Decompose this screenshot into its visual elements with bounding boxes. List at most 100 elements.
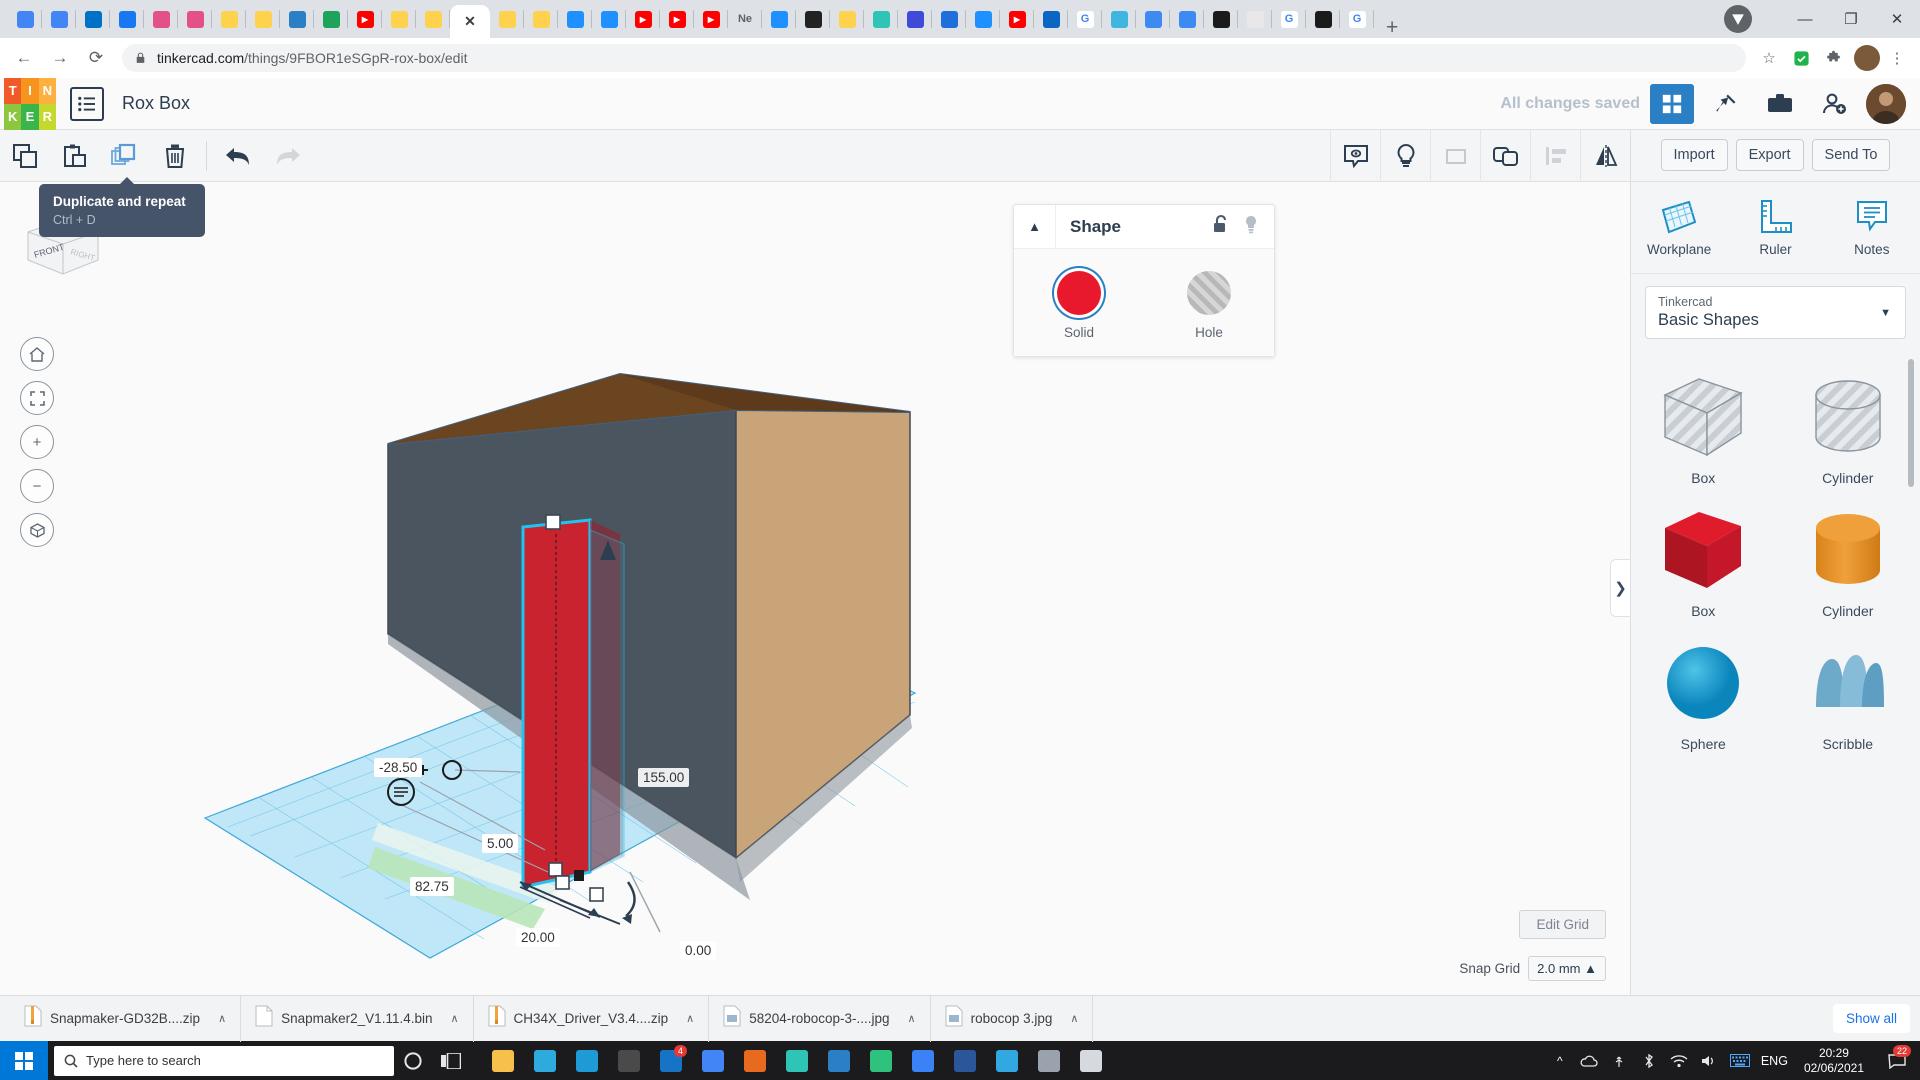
shape-library-item[interactable]: Scribble xyxy=(1776,631,1920,758)
bookmark-tab[interactable] xyxy=(416,0,450,38)
bookmark-tab[interactable]: ▶ xyxy=(626,0,660,38)
dimension-label[interactable]: 82.75 xyxy=(410,877,454,896)
onedrive-icon[interactable] xyxy=(1579,1041,1599,1080)
forward-icon[interactable]: → xyxy=(44,42,76,74)
back-icon[interactable]: ← xyxy=(8,42,40,74)
hole-pattern-swatch[interactable] xyxy=(1187,271,1231,315)
right-sidebar[interactable]: Workplane Ruler Notes Tinkercad Basic Sh… xyxy=(1630,182,1920,995)
snap-grid-control[interactable]: Snap Grid 2.0 mm ▲ xyxy=(1459,956,1606,981)
dimension-label[interactable]: 20.00 xyxy=(516,928,560,947)
bookmark-tab[interactable] xyxy=(1034,0,1068,38)
edit-grid-button[interactable]: Edit Grid xyxy=(1519,910,1606,939)
bookmark-tab[interactable] xyxy=(1306,0,1340,38)
start-button[interactable] xyxy=(0,1041,48,1080)
bookmark-tab[interactable]: ▶ xyxy=(694,0,728,38)
task-view-icon[interactable] xyxy=(432,1041,470,1080)
bookmark-tab[interactable] xyxy=(830,0,864,38)
bookmark-tab[interactable]: ▶ xyxy=(1000,0,1034,38)
paint3d-icon[interactable] xyxy=(568,1041,606,1080)
bookmark-tab[interactable] xyxy=(966,0,1000,38)
download-menu-caret-icon[interactable]: ∧ xyxy=(218,1012,226,1025)
history-tool-group[interactable] xyxy=(213,130,313,182)
paste-icon[interactable] xyxy=(50,130,100,182)
bookmark-tab[interactable] xyxy=(558,0,592,38)
chevron-down-icon[interactable]: ▼ xyxy=(1880,307,1891,319)
download-item[interactable]: Snapmaker-GD32B....zip∧ xyxy=(10,996,241,1042)
chevron-up-icon[interactable]: ^ xyxy=(1551,1041,1569,1080)
profile-avatar-icon[interactable] xyxy=(1850,43,1880,73)
collapse-icon[interactable]: ▲ xyxy=(1014,205,1056,249)
store-icon[interactable] xyxy=(526,1041,564,1080)
bookmark-tab[interactable]: Ne xyxy=(728,0,762,38)
shape-category-select[interactable]: Tinkercad Basic Shapes ▼ xyxy=(1645,286,1906,339)
sidebar-tools[interactable]: Workplane Ruler Notes xyxy=(1631,182,1920,274)
bookmark-tab[interactable] xyxy=(76,0,110,38)
tool-notes[interactable]: Notes xyxy=(1830,198,1914,257)
shape-option-hole[interactable]: Hole xyxy=(1187,271,1231,340)
camera-icon[interactable] xyxy=(820,1041,858,1080)
send-to-button[interactable]: Send To xyxy=(1812,139,1891,171)
download-item[interactable]: Snapmaker2_V1.11.4.bin∧ xyxy=(241,996,473,1042)
taskbar-apps[interactable]: 4 xyxy=(484,1041,1110,1080)
avatar[interactable] xyxy=(1866,84,1906,124)
bookmark-tab[interactable] xyxy=(1102,0,1136,38)
usb-icon[interactable] xyxy=(1609,1041,1629,1080)
note-icon[interactable] xyxy=(1330,130,1380,182)
import-button[interactable]: Import xyxy=(1661,139,1728,171)
bookmark-star-icon[interactable]: ☆ xyxy=(1754,43,1784,73)
bookmark-tab[interactable] xyxy=(246,0,280,38)
tool-workplane[interactable]: Workplane xyxy=(1637,198,1721,257)
wifi-icon[interactable] xyxy=(1669,1041,1689,1080)
shape-library-item[interactable]: Sphere xyxy=(1631,631,1776,758)
puzzle-extension-icon[interactable] xyxy=(1818,43,1848,73)
bookmark-tab[interactable] xyxy=(314,0,348,38)
shape-inspector-panel[interactable]: ▲ Shape SolidHole xyxy=(1013,204,1275,357)
dimension-label[interactable]: -28.50 xyxy=(374,758,422,777)
show-all-downloads-button[interactable]: Show all xyxy=(1833,1004,1910,1033)
redo-icon[interactable] xyxy=(263,130,313,182)
volume-icon[interactable] xyxy=(1699,1041,1719,1080)
checkmark-icon[interactable] xyxy=(1786,43,1816,73)
shape-library-item[interactable]: Box xyxy=(1631,365,1776,492)
download-item[interactable]: robocop 3.jpg∧ xyxy=(931,996,1094,1042)
triangle-app-icon[interactable] xyxy=(1030,1041,1068,1080)
duplicate-icon[interactable] xyxy=(100,130,150,182)
bookmark-tab[interactable] xyxy=(796,0,830,38)
language-indicator[interactable]: ENG xyxy=(1761,1054,1788,1068)
window-controls[interactable]: — ❐ ✕ xyxy=(1724,0,1920,38)
f-app-icon[interactable] xyxy=(736,1041,774,1080)
page-title[interactable]: Rox Box xyxy=(122,93,190,114)
dimension-label[interactable]: 5.00 xyxy=(482,834,518,853)
bookmark-tab[interactable] xyxy=(42,0,76,38)
edge-icon[interactable] xyxy=(988,1041,1026,1080)
bookmark-tab[interactable]: G xyxy=(1272,0,1306,38)
tinkercad-logo[interactable]: TINKER xyxy=(4,78,56,130)
keyboard-icon[interactable] xyxy=(1729,1041,1751,1080)
download-item[interactable]: 58204-robocop-3-....jpg∧ xyxy=(709,996,930,1042)
bookmark-tab[interactable] xyxy=(212,0,246,38)
profile-chip[interactable] xyxy=(1724,5,1752,33)
shape-library-item[interactable]: Box xyxy=(1631,498,1776,625)
download-menu-caret-icon[interactable]: ∧ xyxy=(450,1012,458,1025)
shape-library-item[interactable]: Cylinder xyxy=(1776,365,1920,492)
taskbar-search[interactable]: Type here to search xyxy=(54,1046,394,1076)
download-menu-caret-icon[interactable]: ∧ xyxy=(686,1012,694,1025)
mirror-icon[interactable] xyxy=(1580,130,1630,182)
bookmark-tab[interactable] xyxy=(280,0,314,38)
infinity-icon[interactable] xyxy=(778,1041,816,1080)
reload-icon[interactable]: ⟳ xyxy=(80,42,112,74)
tinkercad-toolbar[interactable]: ImportExportSend To Duplicate and repeat… xyxy=(0,130,1920,182)
bluetooth-icon[interactable] xyxy=(1639,1041,1659,1080)
group-icon[interactable] xyxy=(1430,130,1480,182)
address-bar[interactable]: tinkercad.com/things/9FBOR1eSGpR-rox-box… xyxy=(122,44,1746,72)
delete-icon[interactable] xyxy=(150,130,200,182)
snap-grid-select[interactable]: 2.0 mm ▲ xyxy=(1528,956,1606,981)
tab-icon-list[interactable]: ▶✕▶▶▶Ne▶GGG xyxy=(0,0,1374,38)
bookmark-tab[interactable] xyxy=(382,0,416,38)
bookmark-tab[interactable] xyxy=(932,0,966,38)
mail-icon[interactable]: 4 xyxy=(652,1041,690,1080)
copy-icon[interactable] xyxy=(0,130,50,182)
bookmark-tab[interactable]: G xyxy=(1340,0,1374,38)
shape-option-solid[interactable]: Solid xyxy=(1057,271,1101,340)
bookmark-tab[interactable] xyxy=(592,0,626,38)
